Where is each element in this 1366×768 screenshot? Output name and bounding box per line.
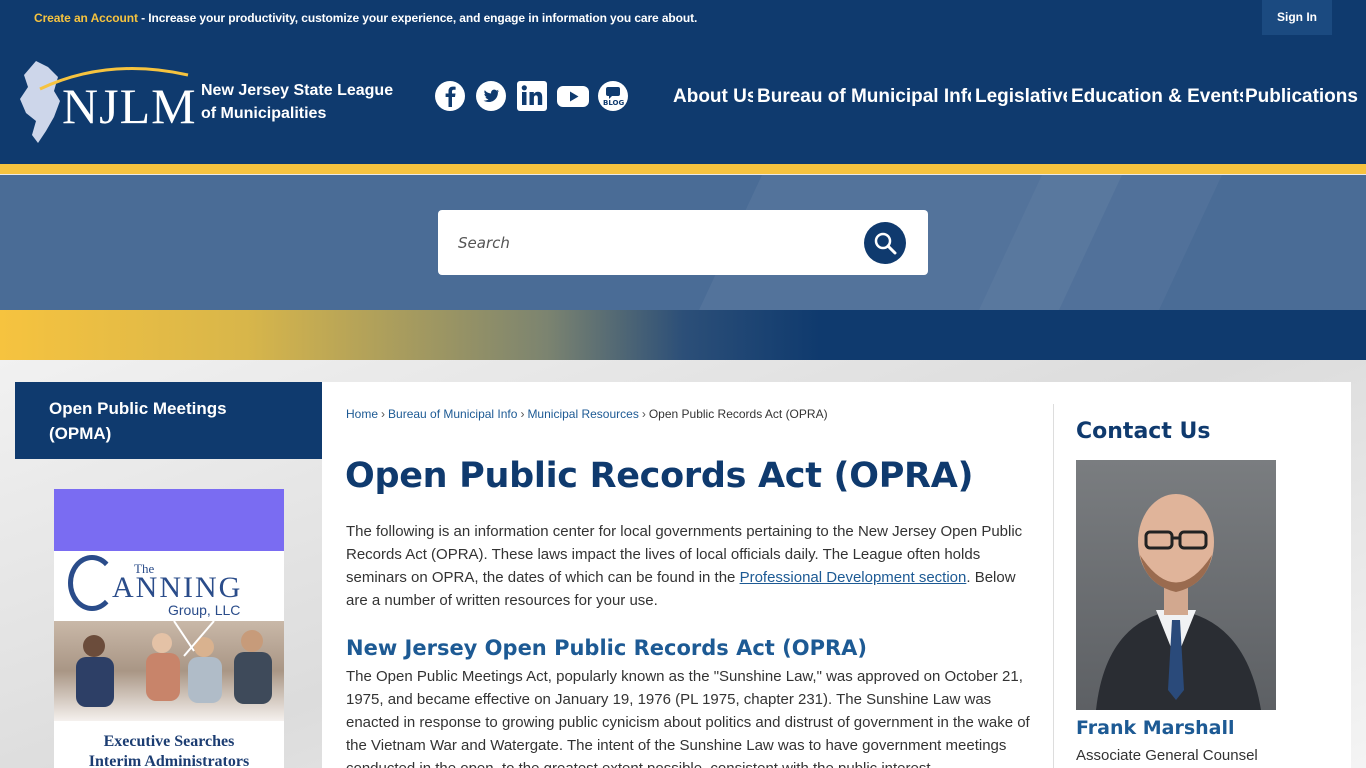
contact-name[interactable]: Frank Marshall [1076, 717, 1235, 739]
section-heading: New Jersey Open Public Records Act (OPRA… [346, 636, 868, 660]
breadcrumb-municipal-resources[interactable]: Municipal Resources [527, 407, 638, 421]
breadcrumb-separator: › [520, 407, 525, 421]
org-name: New Jersey State League of Municipalitie… [201, 79, 393, 125]
ad-brand: ANNING [112, 571, 243, 604]
nav-about-us[interactable]: About Us [673, 86, 753, 108]
linkedin-icon[interactable] [516, 80, 548, 112]
site-header: NJLM New Jersey State League of Municipa… [0, 35, 1366, 174]
breadcrumb-separator: › [381, 407, 386, 421]
promo-text: - Increase your productivity, customize … [137, 11, 698, 25]
blog-icon-label: BLOG [603, 99, 625, 107]
breadcrumb-home[interactable]: Home [346, 407, 378, 421]
search-button[interactable] [864, 222, 906, 264]
professional-development-link[interactable]: Professional Development section [740, 569, 967, 586]
canning-group-ad[interactable]: The ANNING Group, LLC Executive Searches… [54, 489, 284, 768]
hero-banner [0, 175, 1366, 310]
breadcrumb-bureau[interactable]: Bureau of Municipal Info [388, 407, 517, 421]
logo-wordmark: NJLM [62, 78, 197, 134]
facebook-icon[interactable] [434, 80, 466, 112]
sidebar-item-label: Open Public Meetings (OPMA) [49, 399, 227, 443]
nav-bureau-of-municipal-info[interactable]: Bureau of Municipal Info [757, 86, 971, 108]
sign-in-button[interactable]: Sign In [1262, 0, 1332, 35]
youtube-icon[interactable] [556, 80, 590, 112]
main-content: Home › Bureau of Municipal Info › Municipal … [322, 382, 1351, 768]
org-name-line1: New Jersey State League [201, 82, 394, 99]
ad-tagline: Executive Searches Interim Administrator… [54, 732, 284, 768]
create-account-link[interactable]: Create an Account [34, 11, 138, 25]
search-box [438, 210, 928, 275]
search-icon [874, 232, 897, 255]
body-paragraph: The Open Public Meetings Act, popularly … [346, 668, 1030, 768]
ad-photo [54, 620, 284, 721]
org-name-line2: of Municipalities [201, 105, 327, 122]
breadcrumb-separator: › [641, 407, 646, 421]
gradient-band [0, 310, 1366, 360]
contact-role: Associate General Counsel [1076, 747, 1258, 764]
nav-education-events[interactable]: Education & Events [1071, 86, 1243, 108]
breadcrumb: Home › Bureau of Municipal Info › Municipal … [346, 407, 828, 421]
ad-group: Group, LLC [168, 602, 241, 618]
page-title: Open Public Records Act (OPRA) [345, 456, 974, 496]
intro-paragraph: The following is an information center f… [346, 520, 1031, 612]
sidebar-item-opma[interactable]: Open Public Meetings (OPMA) [15, 382, 322, 459]
account-promo: Create an Account - Increase your produc… [34, 11, 697, 25]
search-input[interactable] [458, 230, 858, 255]
nav-legislative[interactable]: Legislative [975, 86, 1067, 108]
nav-publications[interactable]: Publications [1245, 86, 1366, 108]
njlm-logo[interactable]: NJLM New Jersey State League of Municipa… [14, 57, 394, 145]
gold-divider [0, 164, 1366, 174]
ad-line1: Executive Searches [103, 733, 235, 750]
breadcrumb-current: Open Public Records Act (OPRA) [648, 407, 828, 421]
blog-icon[interactable]: BLOG [597, 80, 629, 112]
twitter-icon[interactable] [475, 80, 507, 112]
contact-title: Contact Us [1076, 419, 1211, 444]
ad-line2: Interim Administrators [88, 753, 250, 768]
ad-header-band [54, 489, 284, 551]
top-utility-bar: Create an Account - Increase your produc… [0, 0, 1366, 35]
ad-logo-mark [68, 555, 116, 611]
column-divider [1053, 404, 1054, 768]
contact-photo [1076, 460, 1276, 710]
